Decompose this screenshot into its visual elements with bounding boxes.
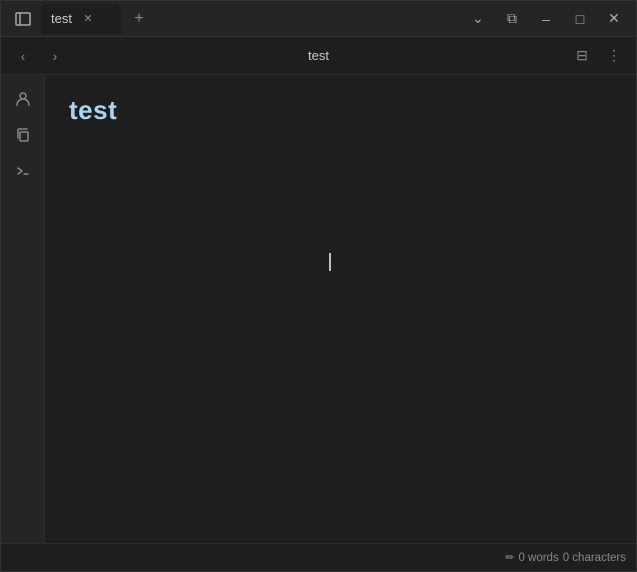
user-icon[interactable] [7,83,39,115]
forward-button[interactable]: › [41,42,69,70]
edit-icon: ✏ [505,551,514,564]
content-area[interactable]: test [45,75,636,543]
close-button[interactable]: ✕ [600,5,628,33]
word-count-label: 0 words [518,552,558,564]
reader-view-button[interactable]: ⊟ [568,42,596,70]
new-tab-button[interactable]: + [125,5,153,33]
tab-bar: test ✕ + ⌄ ⧉ – □ ✕ [1,1,636,37]
more-options-button[interactable]: ⋮ [600,42,628,70]
tab-close-button[interactable]: ✕ [80,11,96,27]
split-view-button[interactable]: ⧉ [498,5,526,33]
maximize-button[interactable]: □ [566,5,594,33]
tab-label: test [51,11,72,26]
copy-icon[interactable] [7,119,39,151]
toolbar-title: test [73,48,564,63]
toolbar-right-controls: ⊟ ⋮ [568,42,628,70]
window-controls: ⌄ ⧉ – □ ✕ [464,5,628,33]
status-bar: ✏ 0 words 0 characters [1,543,636,571]
back-button[interactable]: ‹ [9,42,37,70]
sidebar-toggle-button[interactable] [9,5,37,33]
active-tab[interactable]: test ✕ [41,4,121,34]
text-cursor [329,253,331,271]
chevron-down-button[interactable]: ⌄ [464,5,492,33]
terminal-icon[interactable] [7,155,39,187]
char-count-label: 0 characters [563,552,626,564]
browser-window: test ✕ + ⌄ ⧉ – □ ✕ ‹ › test ⊟ ⋮ [0,0,637,572]
content-heading: test [69,95,612,126]
toolbar: ‹ › test ⊟ ⋮ [1,37,636,75]
sidebar [1,75,45,543]
status-edit-icon-group: ✏ 0 words 0 characters [505,551,626,564]
main-area: test [1,75,636,543]
minimize-button[interactable]: – [532,5,560,33]
